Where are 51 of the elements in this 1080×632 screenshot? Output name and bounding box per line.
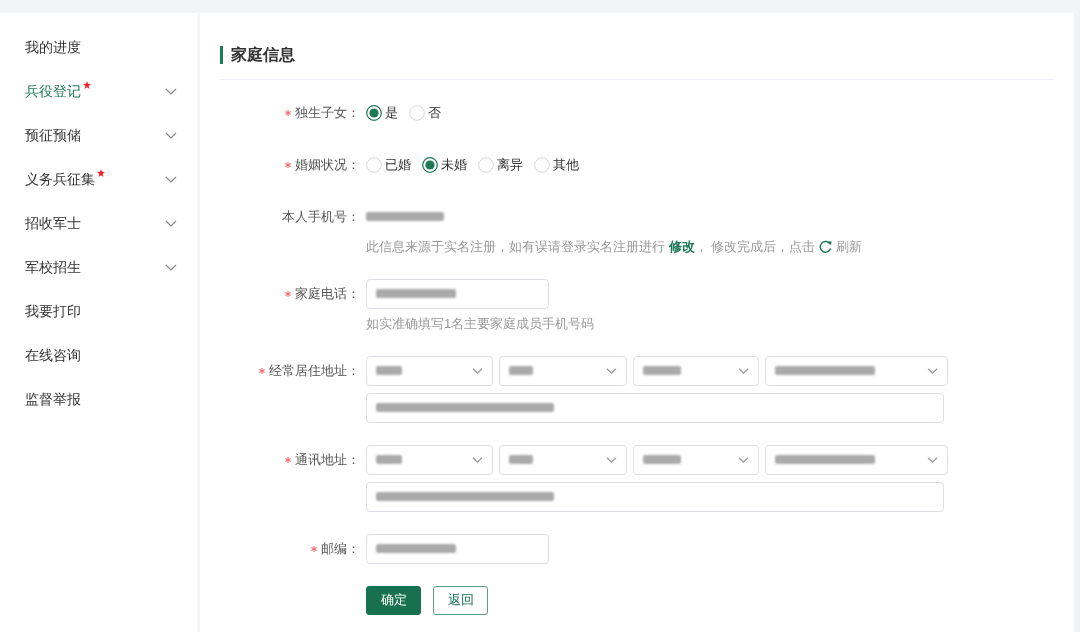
radio-option[interactable]: 未婚 [422, 154, 467, 175]
chevron-down-icon [606, 456, 617, 463]
radio-option[interactable]: 其他 [534, 154, 579, 175]
input-field[interactable] [366, 392, 944, 423]
field-label: 婚姻状况： [295, 155, 360, 174]
sidebar-item[interactable]: 招收军士 [0, 201, 197, 245]
select-field[interactable] [633, 444, 759, 475]
field-label: 独生子女： [295, 103, 360, 122]
field-label: 通讯地址： [295, 450, 360, 469]
input-field[interactable] [366, 481, 944, 512]
radio-option[interactable]: 离异 [478, 154, 523, 175]
field-label: 家庭电话： [295, 284, 360, 303]
chevron-down-icon [606, 367, 617, 374]
select-field[interactable] [366, 444, 493, 475]
radio-option[interactable]: 是 [366, 102, 398, 123]
edit-link[interactable]: 修改 [668, 238, 695, 254]
sidebar-item[interactable]: 兵役登记 [0, 69, 197, 113]
chevron-down-icon [472, 367, 483, 374]
chevron-down-icon [927, 456, 938, 463]
field-label: 邮编： [321, 539, 360, 558]
select-field[interactable] [765, 355, 948, 386]
back-button[interactable]: 返回 [433, 585, 488, 615]
chevron-down-icon [738, 367, 749, 374]
field-label: 本人手机号： [282, 207, 360, 226]
select-field[interactable] [633, 355, 759, 386]
chevron-down-icon [472, 456, 483, 463]
input-field[interactable] [366, 533, 549, 564]
sidebar-item[interactable]: 我的进度 [0, 25, 197, 69]
select-field[interactable] [499, 444, 627, 475]
select-field[interactable] [499, 355, 627, 386]
select-field[interactable] [765, 444, 948, 475]
sidebar-item[interactable]: 我要打印 [0, 289, 197, 333]
chevron-down-icon [738, 456, 749, 463]
radio-button[interactable] [422, 156, 438, 173]
sidebar-item[interactable]: 在线咨询 [0, 333, 197, 377]
help-text: 此信息来源于实名注册，如有误请登录实名注册进行 修改， 修改完成后，点击 [366, 237, 816, 256]
radio-option[interactable]: 否 [409, 102, 441, 123]
sidebar-item[interactable]: 义务兵征集 [0, 157, 197, 201]
radio-button[interactable] [366, 104, 382, 121]
refresh-icon [819, 240, 833, 253]
section-title: 家庭信息 [220, 46, 295, 64]
radio-option[interactable]: 已婚 [366, 154, 411, 175]
chevron-down-icon [927, 367, 938, 374]
select-field[interactable] [366, 355, 493, 386]
field-label: 经常居住地址： [269, 361, 360, 380]
sidebar-item[interactable]: 监督举报 [0, 377, 197, 421]
input-field[interactable] [366, 278, 549, 309]
help-text: 如实准确填写1名主要家庭成员手机号码 [366, 314, 595, 333]
sidebar-item[interactable]: 军校招生 [0, 245, 197, 289]
confirm-button[interactable]: 确定 [366, 585, 421, 615]
sidebar-item[interactable]: 预征预储 [0, 113, 197, 157]
